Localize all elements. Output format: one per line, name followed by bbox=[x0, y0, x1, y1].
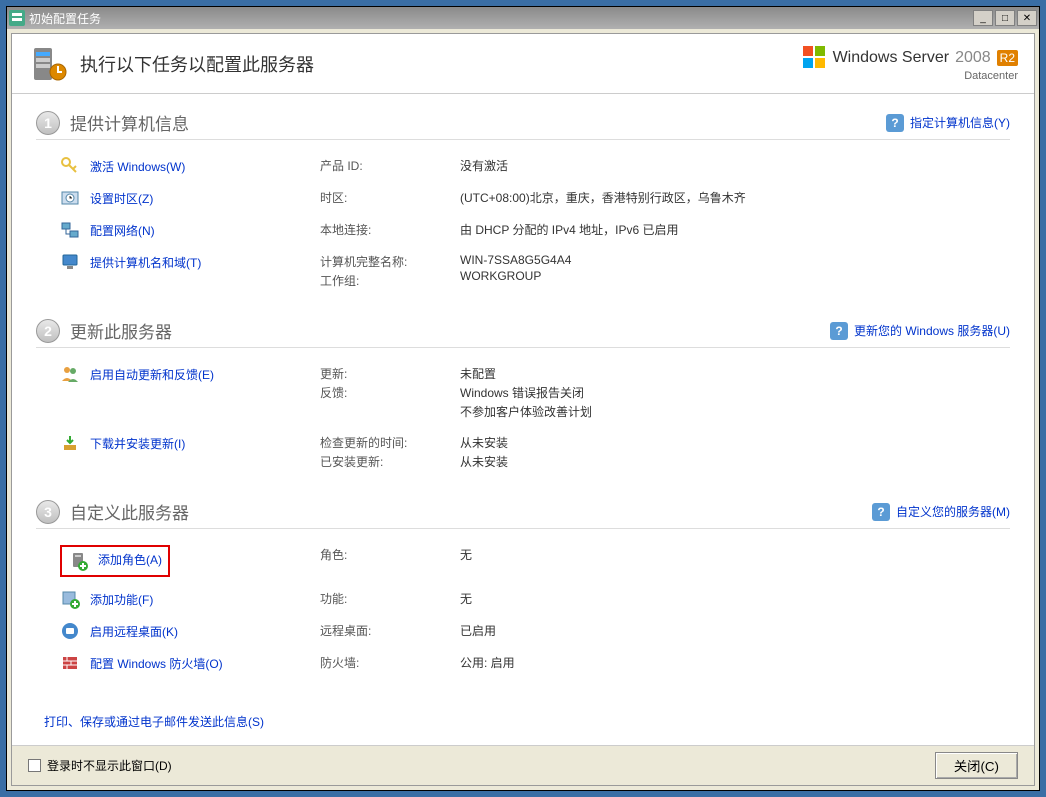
main-panel: 1 提供计算机信息 ? 指定计算机信息(Y) 激活 Windows(W) 产品 … bbox=[12, 94, 1034, 745]
update-value: 未配置 bbox=[460, 364, 1010, 383]
dont-show-checkbox[interactable] bbox=[28, 759, 41, 772]
help-icon: ? bbox=[886, 114, 904, 132]
branding: Windows Server 2008 R2 Datacenter bbox=[803, 46, 1018, 82]
product-id-value: 没有激活 bbox=[460, 156, 1010, 175]
server-add-icon bbox=[68, 551, 88, 571]
update-label: 更新: bbox=[320, 364, 460, 383]
section-update-server: 2 更新此服务器 ? 更新您的 Windows 服务器(U) 启用自动更新和反馈… bbox=[36, 318, 1010, 477]
window-title: 初始配置任务 bbox=[29, 10, 973, 27]
windows-flag-icon bbox=[803, 46, 827, 70]
app-icon bbox=[9, 10, 25, 26]
section-customize-server: 3 自定义此服务器 ? 自定义您的服务器(M) 添加角色(A) 角色: bbox=[36, 499, 1010, 679]
config-tasks-window: 初始配置任务 _ □ ✕ 执行以下任务以配置此服务器 Windows Serve… bbox=[6, 6, 1040, 791]
remote-desktop-icon bbox=[60, 621, 80, 641]
enable-remote-desktop-link[interactable]: 启用远程桌面(K) bbox=[90, 623, 178, 640]
header: 执行以下任务以配置此服务器 Windows Server 2008 R2 Dat… bbox=[12, 34, 1034, 94]
workgroup-label: 工作组: bbox=[320, 271, 460, 290]
section-computer-info: 1 提供计算机信息 ? 指定计算机信息(Y) 激活 Windows(W) 产品 … bbox=[36, 110, 1010, 296]
activate-windows-link[interactable]: 激活 Windows(W) bbox=[90, 158, 185, 175]
connection-label: 本地连接: bbox=[320, 220, 460, 239]
maximize-button[interactable]: □ bbox=[995, 10, 1015, 26]
check-time-label: 检查更新的时间: bbox=[320, 433, 460, 452]
rdp-label: 远程桌面: bbox=[320, 621, 460, 640]
bottom-bar: 登录时不显示此窗口(D) 关闭(C) bbox=[12, 745, 1034, 785]
feedback-value2: 不参加客户体验改善计划 bbox=[460, 402, 1010, 421]
configure-firewall-link[interactable]: 配置 Windows 防火墙(O) bbox=[90, 655, 223, 672]
enable-auto-update-link[interactable]: 启用自动更新和反馈(E) bbox=[90, 366, 214, 383]
help-link-customize[interactable]: 自定义您的服务器(M) bbox=[896, 503, 1010, 520]
installed-label: 已安装更新: bbox=[320, 452, 460, 471]
set-timezone-link[interactable]: 设置时区(Z) bbox=[90, 190, 153, 207]
product-id-label: 产品 ID: bbox=[320, 156, 460, 175]
people-icon bbox=[60, 364, 80, 384]
timezone-value: (UTC+08:00)北京，重庆，香港特别行政区，乌鲁木齐 bbox=[460, 188, 1010, 207]
download-updates-link[interactable]: 下载并安装更新(I) bbox=[90, 435, 185, 452]
help-icon: ? bbox=[830, 322, 848, 340]
section-number-2: 2 bbox=[36, 319, 60, 343]
installed-value: 从未安装 bbox=[460, 452, 1010, 471]
download-icon bbox=[60, 433, 80, 453]
section-title-1: 提供计算机信息 bbox=[70, 110, 886, 135]
configure-network-link[interactable]: 配置网络(N) bbox=[90, 222, 155, 239]
firewall-label: 防火墙: bbox=[320, 653, 460, 672]
feedback-label: 反馈: bbox=[320, 383, 460, 402]
features-label: 功能: bbox=[320, 589, 460, 608]
full-name-label: 计算机完整名称: bbox=[320, 252, 460, 271]
full-name-value: WIN-7SSA8G5G4A4 bbox=[460, 252, 1010, 268]
close-dialog-button[interactable]: 关闭(C) bbox=[935, 752, 1018, 779]
firewall-value: 公用: 启用 bbox=[460, 653, 1010, 672]
clock-icon bbox=[60, 188, 80, 208]
connection-value: 由 DHCP 分配的 IPv4 地址，IPv6 已启用 bbox=[460, 220, 1010, 239]
feedback-value1: Windows 错误报告关闭 bbox=[460, 383, 1010, 402]
computer-icon bbox=[60, 252, 80, 272]
check-time-value: 从未安装 bbox=[460, 433, 1010, 452]
help-icon: ? bbox=[872, 503, 890, 521]
roles-label: 角色: bbox=[320, 545, 460, 564]
add-roles-highlighted: 添加角色(A) bbox=[60, 545, 170, 577]
print-save-email-link[interactable]: 打印、保存或通过电子邮件发送此信息(S) bbox=[44, 715, 264, 729]
help-link-computer-info[interactable]: 指定计算机信息(Y) bbox=[910, 114, 1010, 131]
key-icon bbox=[60, 156, 80, 176]
section-title-3: 自定义此服务器 bbox=[70, 499, 872, 524]
add-features-link[interactable]: 添加功能(F) bbox=[90, 591, 153, 608]
roles-value: 无 bbox=[460, 545, 1010, 564]
feature-add-icon bbox=[60, 589, 80, 609]
header-text: 执行以下任务以配置此服务器 bbox=[80, 51, 314, 77]
add-roles-link[interactable]: 添加角色(A) bbox=[98, 551, 162, 571]
section-number-1: 1 bbox=[36, 111, 60, 135]
rdp-value: 已启用 bbox=[460, 621, 1010, 640]
features-value: 无 bbox=[460, 589, 1010, 608]
section-number-3: 3 bbox=[36, 500, 60, 524]
dont-show-label: 登录时不显示此窗口(D) bbox=[47, 757, 172, 774]
computer-name-link[interactable]: 提供计算机名和域(T) bbox=[90, 254, 201, 271]
help-link-update[interactable]: 更新您的 Windows 服务器(U) bbox=[854, 322, 1010, 339]
network-icon bbox=[60, 220, 80, 240]
timezone-label: 时区: bbox=[320, 188, 460, 207]
server-icon bbox=[28, 44, 68, 84]
titlebar: 初始配置任务 _ □ ✕ bbox=[7, 7, 1039, 29]
content-area: 执行以下任务以配置此服务器 Windows Server 2008 R2 Dat… bbox=[11, 33, 1035, 786]
close-button[interactable]: ✕ bbox=[1017, 10, 1037, 26]
section-title-2: 更新此服务器 bbox=[70, 318, 830, 343]
workgroup-value: WORKGROUP bbox=[460, 268, 1010, 284]
minimize-button[interactable]: _ bbox=[973, 10, 993, 26]
firewall-icon bbox=[60, 653, 80, 673]
